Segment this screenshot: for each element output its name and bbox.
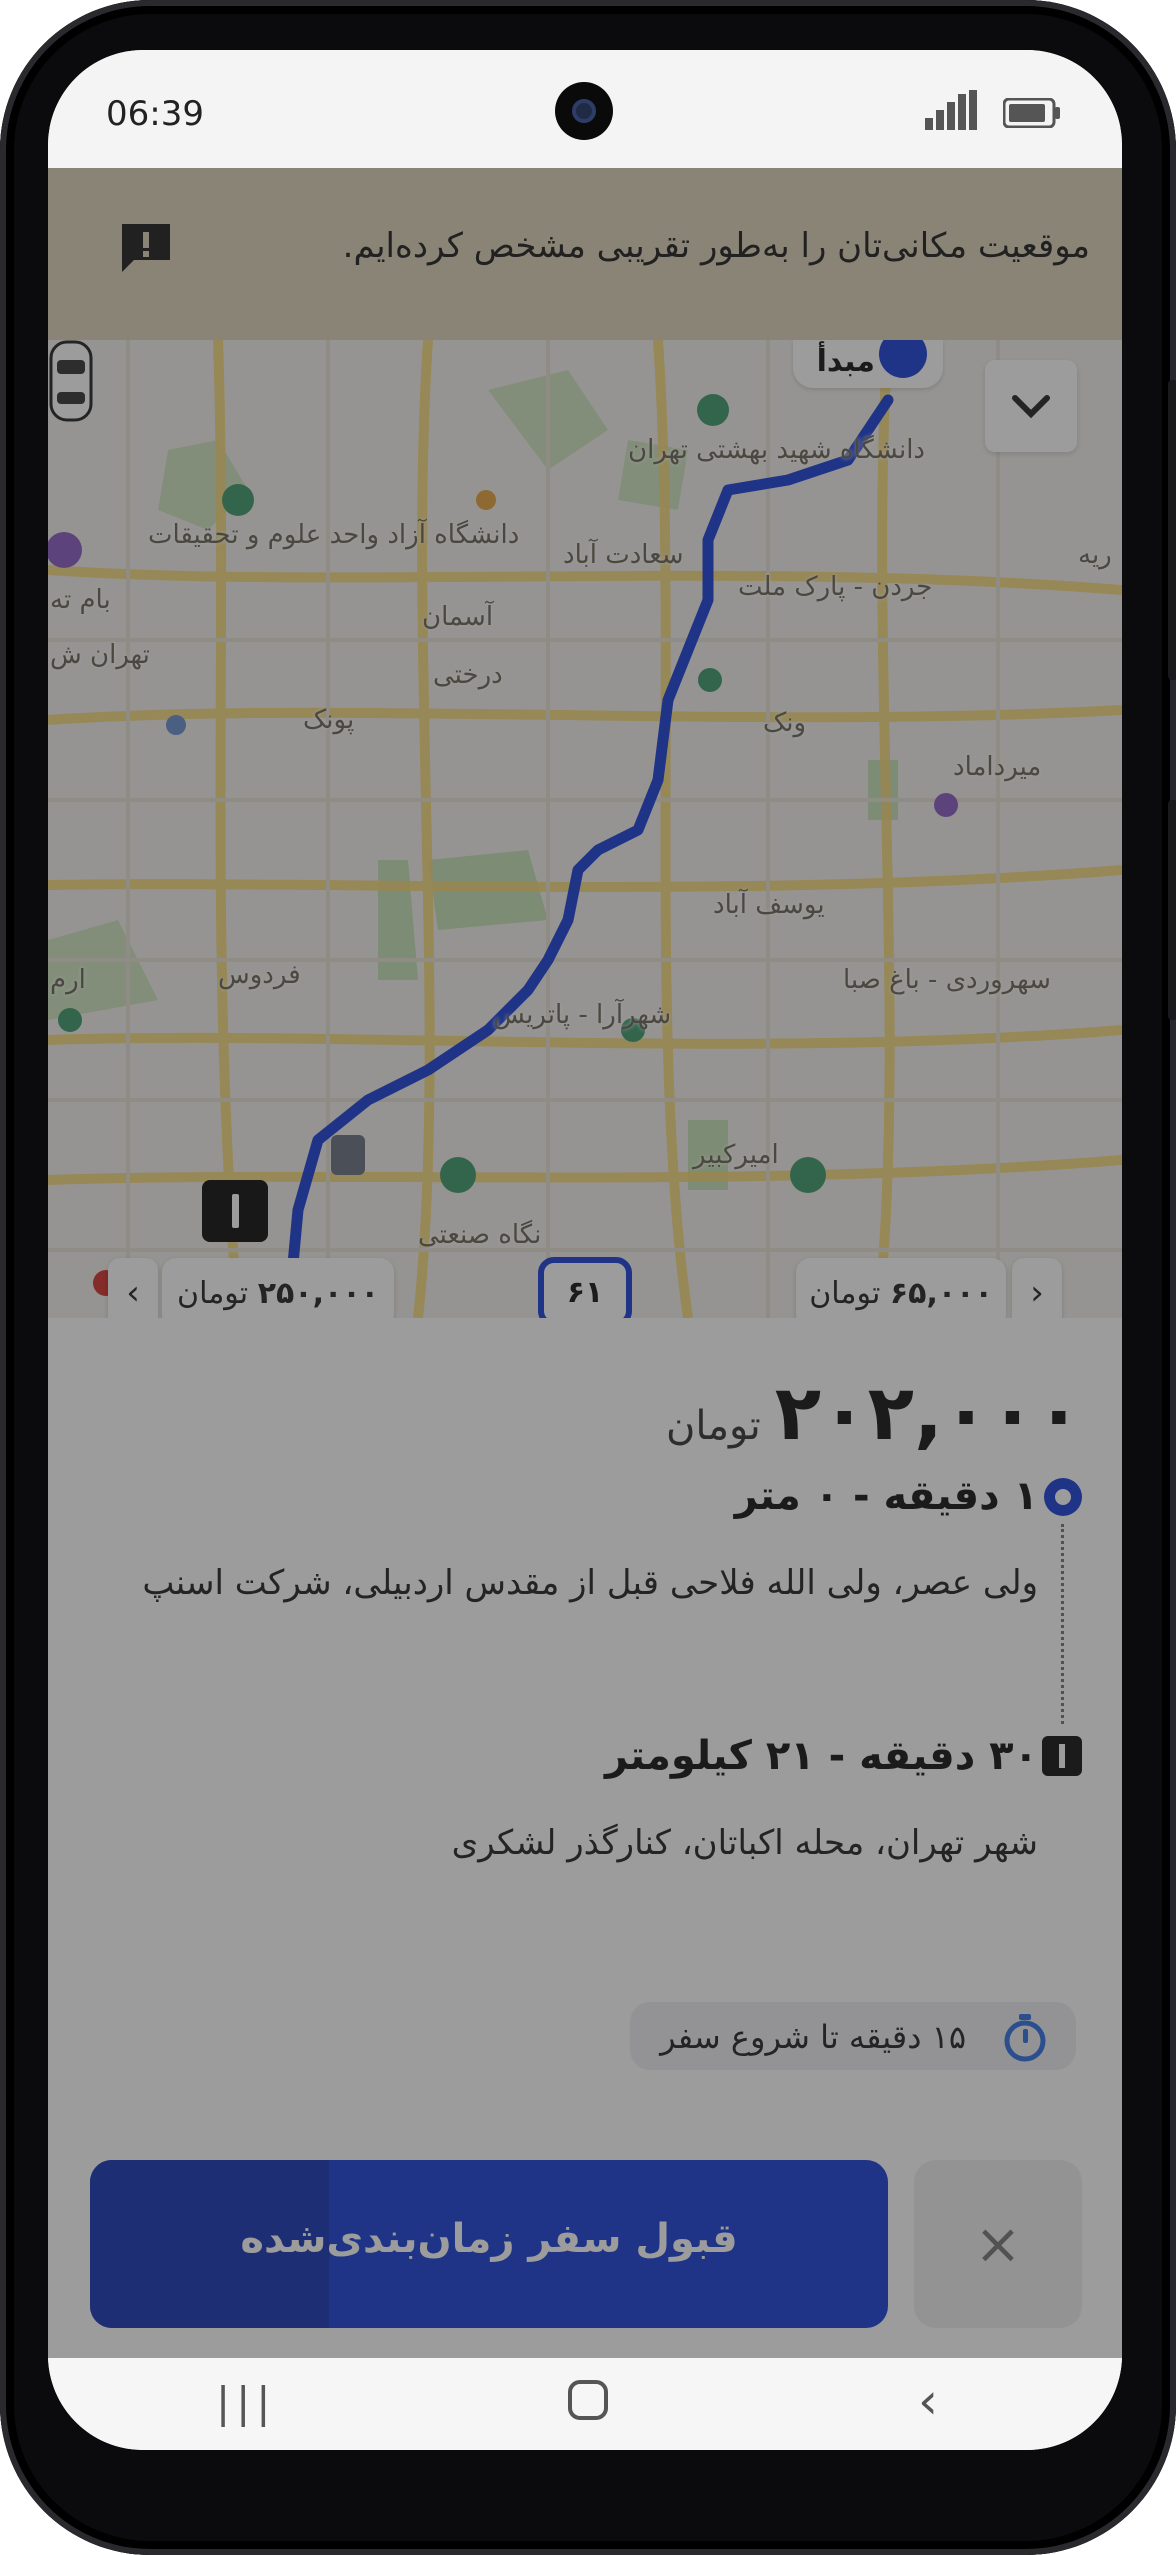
timer-text: ۱۵ دقیقه تا شروع سفر	[660, 2018, 966, 2056]
destination-title: ۳۰ دقیقه - ۲۱ کیلومتر	[604, 1733, 1038, 1779]
chevron-down-icon	[1012, 395, 1050, 419]
location-banner: موقعیت مکانی‌تان را به‌طور تقریبی مشخص ک…	[48, 168, 1122, 340]
fare-amount: ۲۵۰,۰۰۰	[257, 1275, 379, 1311]
screen: 06:39 موقعیت مکانی‌تان را به‌ط	[48, 50, 1122, 2450]
collapse-map-button[interactable]	[985, 360, 1077, 452]
map-label: بام ته	[50, 585, 111, 615]
map-label: سعادت آباد	[563, 540, 684, 570]
route-connector	[1061, 1524, 1064, 1724]
fare-amount: ۶۵,۰۰۰	[889, 1275, 993, 1311]
trip-price: ۲۰۲,۰۰۰ تومان	[666, 1368, 1082, 1457]
front-camera	[555, 82, 613, 140]
trip-start-timer: ۱۵ دقیقه تا شروع سفر	[616, 1988, 1090, 2084]
signal-icon	[925, 90, 977, 130]
home-button[interactable]	[568, 2380, 608, 2420]
banner-text: موقعیت مکانی‌تان را به‌طور تقریبی مشخص ک…	[342, 226, 1090, 266]
map-label: تهران ش	[50, 640, 150, 670]
volume-button	[1168, 380, 1176, 680]
map-label: آسمان	[422, 602, 494, 632]
map-label: دانشگاه شهید بهشتی تهران	[628, 435, 926, 465]
price-value: ۲۰۲,۰۰۰	[774, 1368, 1082, 1457]
map-label: میرداماد	[953, 752, 1042, 782]
destination-marker-icon	[1042, 1736, 1082, 1776]
back-button[interactable]: ‹	[918, 2372, 938, 2430]
battery-icon	[1003, 98, 1060, 128]
map-label: پونک	[303, 705, 355, 735]
origin-address: ولی عصر، ولی الله فلاحی قبل از مقدس اردب…	[142, 1563, 1038, 1603]
map-label: ارم	[50, 965, 86, 995]
map-label: ونک	[763, 708, 807, 738]
status-bar: 06:39	[48, 50, 1122, 168]
fare-option-right[interactable]: ۶۵,۰۰۰ تومان	[796, 1258, 1006, 1318]
chevron-right-icon: ›	[1030, 1273, 1044, 1313]
phone-frame: 06:39 موقعیت مکانی‌تان را به‌ط	[0, 0, 1176, 2555]
alert-message-icon	[122, 224, 170, 272]
map-label: ریه	[1078, 540, 1112, 570]
route-badge: ۶۱	[538, 1257, 632, 1318]
close-icon: ×	[974, 2211, 1022, 2277]
status-time: 06:39	[106, 94, 204, 134]
map-label: نگاه صنعتی	[418, 1220, 542, 1250]
trip-sheet: ۲۰۲,۰۰۰ تومان ۱ دقیقه - ۰ متر ولی عصر، ول…	[48, 1318, 1122, 2358]
destination-address: شهر تهران، محله اکباتان، کنارگذر لشکری	[451, 1823, 1038, 1863]
price-currency: تومان	[666, 1403, 761, 1449]
origin-marker-icon	[1044, 1478, 1082, 1516]
map-label: امیرکبیر	[693, 1140, 779, 1170]
map-label: دانشگاه آزاد واحد علوم و تحقیقات	[148, 520, 520, 550]
fare-currency: تومان	[177, 1275, 249, 1311]
stopwatch-icon	[1004, 2014, 1046, 2062]
origin-pin-label: مبدأ	[793, 340, 943, 388]
fare-prev-button[interactable]: ‹	[108, 1258, 158, 1318]
accept-label: قبول سفر زمان‌بندی‌شده	[240, 2216, 738, 2262]
car-icon	[49, 340, 93, 422]
map-label: شهرآرا - پاتریس	[493, 1000, 672, 1030]
chevron-left-icon: ‹	[126, 1273, 140, 1313]
fare-currency: تومان	[809, 1275, 881, 1311]
recent-apps-button[interactable]: |||	[216, 2378, 276, 2427]
system-nav-bar: ||| ‹	[48, 2358, 1122, 2450]
close-button[interactable]: ×	[914, 2160, 1082, 2328]
map-view[interactable]: دانشگاه شهید بهشتی تهران دانشگاه آزاد وا…	[48, 340, 1122, 1318]
map-label: درختی	[433, 660, 503, 690]
map-label: یوسف آباد	[713, 890, 825, 920]
power-button	[1168, 800, 1176, 1020]
map-canvas	[48, 340, 1122, 1318]
origin-pin-icon	[879, 340, 927, 378]
origin-title: ۱ دقیقه - ۰ متر	[734, 1473, 1038, 1519]
accept-scheduled-trip-button[interactable]: قبول سفر زمان‌بندی‌شده	[90, 2160, 888, 2328]
origin-label: مبدأ	[816, 344, 875, 379]
map-label: فردوس	[218, 960, 301, 990]
destination-pin-icon	[202, 1180, 268, 1242]
map-label: جردن - پارک ملت	[738, 572, 933, 602]
map-label: سهروردی - باغ صبا	[843, 965, 1051, 995]
fare-next-button[interactable]: ›	[1012, 1258, 1062, 1318]
fare-option-left[interactable]: ۲۵۰,۰۰۰ تومان	[162, 1258, 394, 1318]
